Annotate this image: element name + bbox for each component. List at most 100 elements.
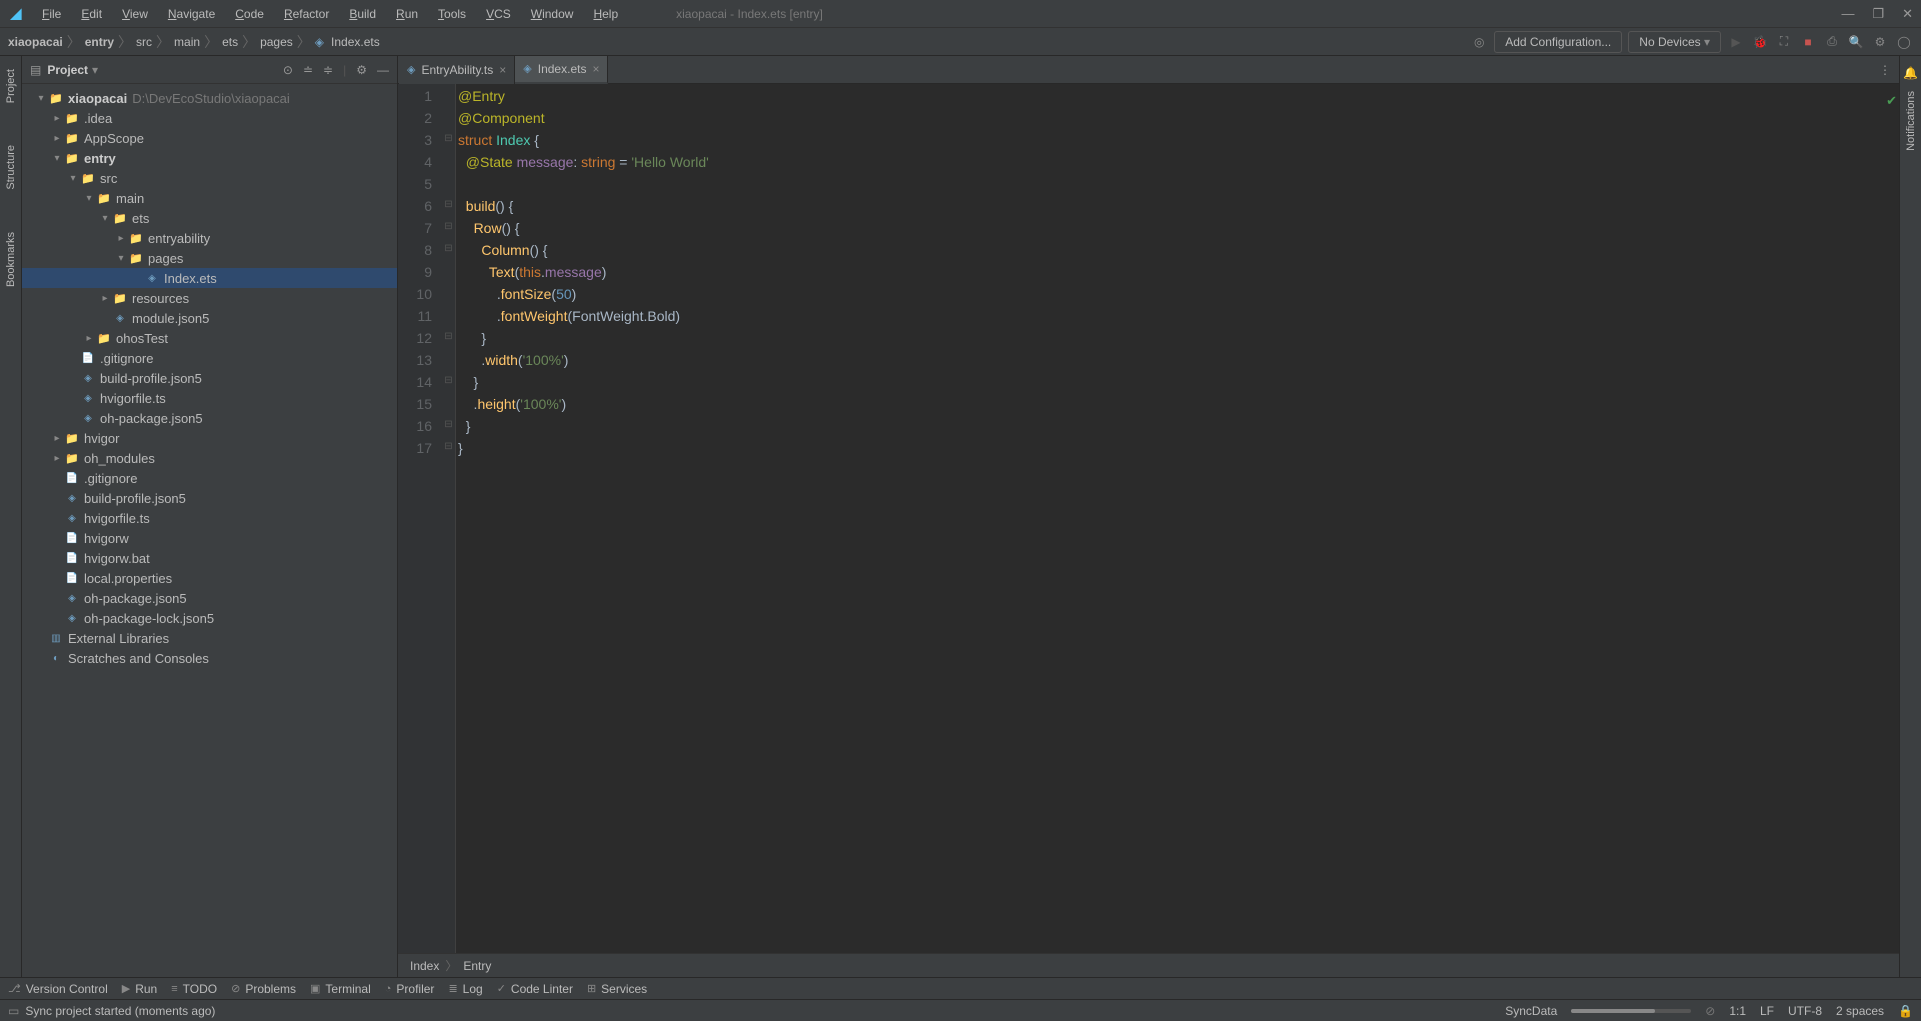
tree-arrow-icon[interactable]: ▾ — [114, 253, 128, 264]
code-line[interactable]: @State message: string = 'Hello World' — [458, 151, 1899, 173]
tree-row[interactable]: ◈module.json5 — [22, 308, 397, 328]
project-tree[interactable]: ▾📁xiaopacaiD:\DevEcoStudio\xiaopacai▸📁.i… — [22, 84, 397, 977]
sync-cancel-icon[interactable]: ⊘ — [1705, 1004, 1715, 1018]
bottom-tab-todo[interactable]: ≡TODO — [171, 982, 217, 996]
menu-view[interactable]: View — [114, 4, 156, 24]
code-line[interactable]: .fontSize(50) — [458, 283, 1899, 305]
editor-crumb[interactable]: Entry — [463, 959, 491, 973]
menu-refactor[interactable]: Refactor — [276, 4, 337, 24]
editor-crumb[interactable]: Index — [410, 959, 439, 973]
code-line[interactable]: .width('100%') — [458, 349, 1899, 371]
bottom-tab-problems[interactable]: ⊘Problems — [231, 982, 296, 996]
tree-row[interactable]: ▸📁.idea — [22, 108, 397, 128]
tree-row[interactable]: ▥External Libraries — [22, 628, 397, 648]
locate-icon[interactable]: ⊙ — [283, 63, 293, 77]
bell-icon[interactable]: 🔔 — [1903, 66, 1918, 80]
breadcrumb-item[interactable]: src — [136, 35, 152, 49]
menu-edit[interactable]: Edit — [73, 4, 110, 24]
minimize-icon[interactable]: — — [1841, 6, 1854, 22]
tab-menu-icon[interactable]: ⋮ — [1871, 63, 1899, 77]
editor-tab[interactable]: ◈Index.ets× — [515, 56, 608, 84]
close-icon[interactable]: ✕ — [1902, 6, 1913, 22]
tree-row[interactable]: ▾📁pages — [22, 248, 397, 268]
tree-arrow-icon[interactable]: ▾ — [82, 193, 96, 204]
code-line[interactable]: .height('100%') — [458, 393, 1899, 415]
inspection-ok-icon[interactable]: ✔ — [1886, 90, 1897, 112]
tree-arrow-icon[interactable]: ▸ — [98, 293, 112, 304]
tree-row[interactable]: ▸📁AppScope — [22, 128, 397, 148]
add-configuration-button[interactable]: Add Configuration... — [1494, 31, 1622, 53]
breadcrumb-item[interactable]: ets — [222, 35, 238, 49]
project-dropdown-icon[interactable]: ▾ — [92, 63, 98, 77]
run-icon[interactable]: ▶ — [1727, 33, 1745, 51]
bottom-tab-services[interactable]: ⊞Services — [587, 982, 647, 996]
panel-settings-icon[interactable]: ⚙ — [356, 63, 367, 77]
tree-arrow-icon[interactable]: ▸ — [50, 133, 64, 144]
devices-dropdown[interactable]: No Devices — [1628, 31, 1721, 53]
tree-row[interactable]: ▸📁oh_modules — [22, 448, 397, 468]
tree-row[interactable]: 📄hvigorw — [22, 528, 397, 548]
tree-row[interactable]: ◈oh-package.json5 — [22, 588, 397, 608]
code-line[interactable]: } — [458, 415, 1899, 437]
tree-arrow-icon[interactable]: ▸ — [50, 433, 64, 444]
bottom-tab-code-linter[interactable]: ✓Code Linter — [497, 982, 573, 996]
menu-help[interactable]: Help — [585, 4, 626, 24]
menu-navigate[interactable]: Navigate — [160, 4, 223, 24]
menu-tools[interactable]: Tools — [430, 4, 474, 24]
sync-label[interactable]: SyncData — [1505, 1004, 1557, 1018]
stop-icon[interactable]: ■ — [1799, 33, 1817, 51]
code-line[interactable]: Text(this.message) — [458, 261, 1899, 283]
tree-row[interactable]: 📄local.properties — [22, 568, 397, 588]
menu-file[interactable]: File — [34, 4, 69, 24]
rail-structure[interactable]: Structure — [5, 140, 17, 195]
tree-arrow-icon[interactable]: ▸ — [50, 113, 64, 124]
breadcrumb-item[interactable]: pages — [260, 35, 293, 49]
bottom-tab-profiler[interactable]: ◔Profiler — [385, 982, 435, 996]
bottom-tab-version-control[interactable]: ⎇Version Control — [8, 982, 108, 996]
bottom-tab-run[interactable]: ▶Run — [122, 982, 157, 996]
bottom-tab-terminal[interactable]: ▣Terminal — [310, 982, 371, 996]
tree-row[interactable]: ▸📁resources — [22, 288, 397, 308]
line-separator[interactable]: LF — [1760, 1004, 1774, 1018]
bottom-tab-log[interactable]: ≣Log — [448, 982, 482, 996]
tree-row[interactable]: 📄.gitignore — [22, 348, 397, 368]
tree-arrow-icon[interactable]: ▾ — [34, 93, 48, 104]
code-line[interactable]: build() { — [458, 195, 1899, 217]
breadcrumb-item[interactable]: main — [174, 35, 200, 49]
editor-tab[interactable]: ◈EntryAbility.ts× — [399, 56, 515, 84]
tree-row[interactable]: ▸📁ohosTest — [22, 328, 397, 348]
tab-close-icon[interactable]: × — [592, 62, 599, 76]
tree-row[interactable]: ◈hvigorfile.ts — [22, 508, 397, 528]
code-line[interactable]: Column() { — [458, 239, 1899, 261]
tree-arrow-icon[interactable]: ▸ — [50, 453, 64, 464]
panel-hide-icon[interactable]: — — [377, 63, 389, 77]
code-line[interactable]: struct Index { — [458, 129, 1899, 151]
code-line[interactable]: @Entry — [458, 85, 1899, 107]
editor-area[interactable]: 1234567891011121314151617 ⊟⊟⊟⊟⊟⊟⊟⊟ ✔ @En… — [398, 84, 1899, 953]
attach-icon[interactable]: ⎙ — [1823, 33, 1841, 51]
code-line[interactable]: } — [458, 371, 1899, 393]
debug-icon[interactable]: 🐞 — [1751, 33, 1769, 51]
menu-vcs[interactable]: VCS — [478, 4, 519, 24]
code-line[interactable]: @Component — [458, 107, 1899, 129]
maximize-icon[interactable]: ❐ — [1872, 6, 1884, 22]
tree-row[interactable]: ▾📁xiaopacaiD:\DevEcoStudio\xiaopacai — [22, 88, 397, 108]
tree-arrow-icon[interactable]: ▾ — [98, 213, 112, 224]
breadcrumb-item[interactable]: entry — [85, 35, 114, 49]
code-line[interactable]: } — [458, 437, 1899, 459]
cursor-position[interactable]: 1:1 — [1729, 1004, 1746, 1018]
tree-row[interactable]: ▸📁hvigor — [22, 428, 397, 448]
tree-row[interactable]: ◐Scratches and Consoles — [22, 648, 397, 668]
settings-icon[interactable]: ⚙ — [1871, 33, 1889, 51]
collapse-icon[interactable]: ≑ — [323, 63, 333, 77]
tree-row[interactable]: ◈oh-package-lock.json5 — [22, 608, 397, 628]
menu-window[interactable]: Window — [523, 4, 582, 24]
tree-row[interactable]: ▾📁main — [22, 188, 397, 208]
encoding[interactable]: UTF-8 — [1788, 1004, 1822, 1018]
tree-row[interactable]: ▸📁entryability — [22, 228, 397, 248]
tree-arrow-icon[interactable]: ▾ — [66, 173, 80, 184]
tree-row[interactable]: ◈build-profile.json5 — [22, 368, 397, 388]
search-icon[interactable]: 🔍 — [1847, 33, 1865, 51]
tree-arrow-icon[interactable]: ▾ — [50, 153, 64, 164]
breadcrumb-item[interactable]: xiaopacai — [8, 35, 63, 49]
